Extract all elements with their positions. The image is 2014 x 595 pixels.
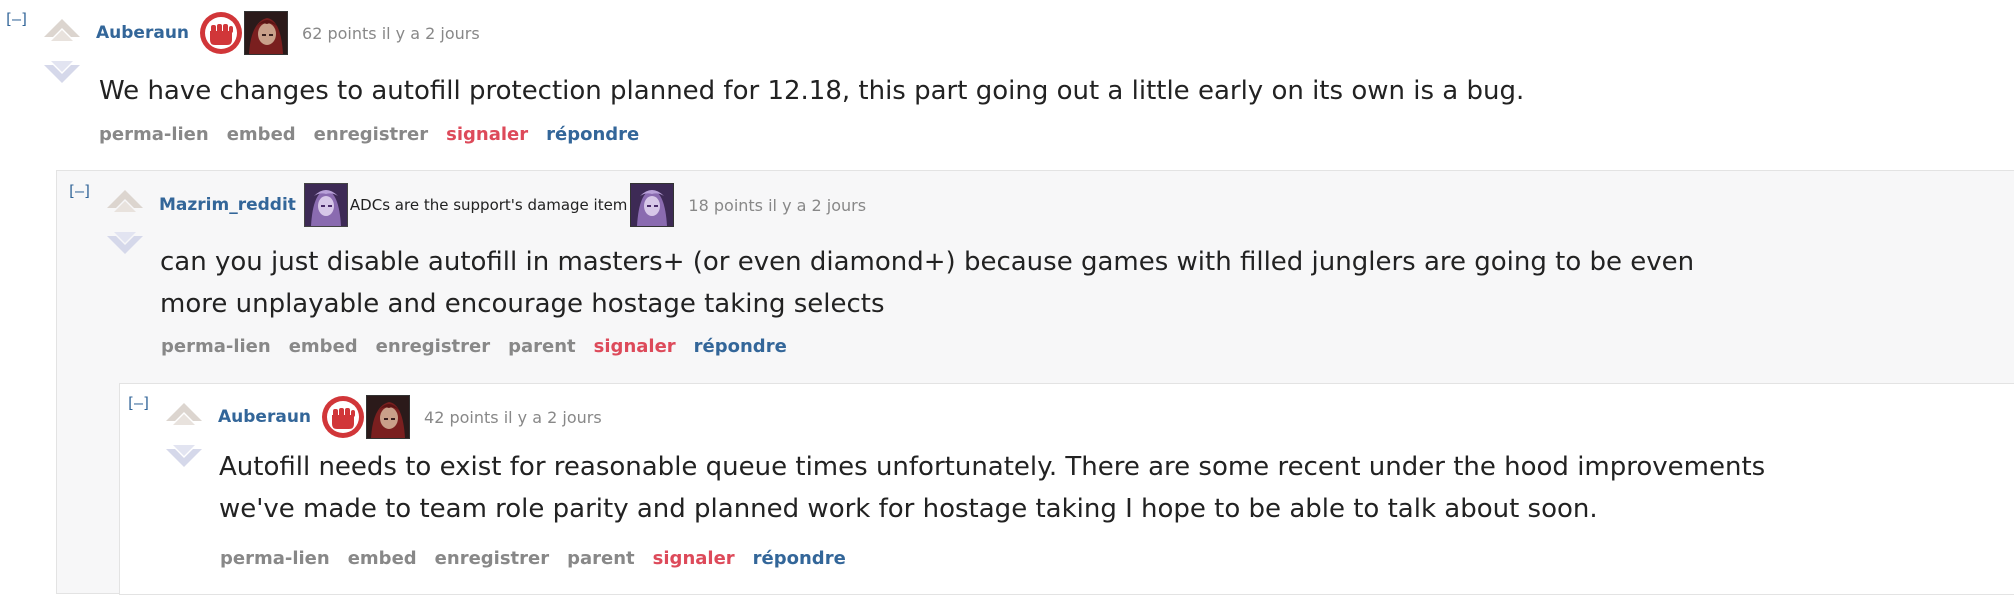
comment-body-line: Autofill needs to exist for reasonable q…: [219, 452, 1766, 482]
comment-actions: perma-lien embed enregistrer signaler ré…: [99, 124, 657, 145]
report-button[interactable]: signaler: [653, 548, 735, 569]
parent-button[interactable]: parent: [508, 336, 576, 357]
vote-arrows: [162, 400, 206, 470]
score-and-age: 18 points il y a 2 jours: [688, 195, 867, 215]
champion-flair-icon: [303, 183, 348, 227]
comment-actions: perma-lien embed enregistrer parent sign…: [220, 548, 864, 569]
downvote-arrow-icon[interactable]: [166, 445, 202, 467]
report-button[interactable]: signaler: [594, 336, 676, 357]
embed-button[interactable]: embed: [289, 336, 358, 357]
embed-button[interactable]: embed: [227, 124, 296, 145]
score-and-age: 42 points il y a 2 jours: [424, 407, 602, 427]
collapse-toggle[interactable]: [–]: [126, 394, 151, 412]
report-button[interactable]: signaler: [446, 124, 528, 145]
collapse-toggle[interactable]: [–]: [4, 10, 29, 28]
comment-auberaun-1: [–] Auberaun 62 points il y a 2 jours We…: [0, 0, 2014, 165]
save-button[interactable]: enregistrer: [314, 124, 428, 145]
riot-fist-icon: [199, 11, 243, 55]
champion-portrait-icon: [630, 183, 675, 227]
score-and-age: 62 points il y a 2 jours: [302, 23, 480, 43]
riot-fist-icon: [321, 395, 365, 439]
permalink-button[interactable]: perma-lien: [99, 124, 209, 145]
champion-portrait-icon: [366, 395, 411, 439]
author-link[interactable]: Auberaun: [218, 407, 311, 427]
collapse-toggle[interactable]: [–]: [67, 182, 92, 200]
permalink-button[interactable]: perma-lien: [161, 336, 271, 357]
author-link[interactable]: Mazrim_reddit: [159, 195, 296, 215]
reply-button[interactable]: répondre: [753, 548, 846, 569]
vote-arrows: [103, 187, 147, 257]
save-button[interactable]: enregistrer: [435, 548, 549, 569]
champion-portrait-icon: [244, 11, 289, 55]
reply-button[interactable]: répondre: [694, 336, 787, 357]
upvote-arrow-icon[interactable]: [44, 19, 80, 41]
tagline: Auberaun 42 points il y a 2 jours: [218, 395, 602, 439]
parent-button[interactable]: parent: [567, 548, 635, 569]
comment-body: Autofill needs to exist for reasonable q…: [219, 446, 1765, 530]
comment-body-line: can you just disable autofill in masters…: [160, 247, 1695, 277]
downvote-arrow-icon[interactable]: [107, 232, 143, 254]
reply-button[interactable]: répondre: [546, 124, 639, 145]
downvote-arrow-icon[interactable]: [44, 61, 80, 83]
save-button[interactable]: enregistrer: [376, 336, 490, 357]
comment-actions: perma-lien embed enregistrer parent sign…: [161, 336, 805, 357]
upvote-arrow-icon[interactable]: [166, 403, 202, 425]
tagline: Mazrim_reddit ADCs are the support's dam…: [159, 183, 866, 227]
comment-body-line: more unplayable and encourage hostage ta…: [160, 289, 885, 319]
comment-body: We have changes to autofill protection p…: [99, 70, 1524, 112]
user-flair-text: ADCs are the support's damage item: [349, 196, 628, 214]
permalink-button[interactable]: perma-lien: [220, 548, 330, 569]
tagline: Auberaun 62 points il y a 2 jours: [96, 11, 480, 55]
comment-body: can you just disable autofill in masters…: [160, 241, 1694, 325]
vote-arrows: [40, 16, 84, 86]
author-link[interactable]: Auberaun: [96, 23, 189, 43]
comment-mazrim-reddit: [–] Mazrim_reddit ADCs are the support's…: [56, 170, 2014, 595]
upvote-arrow-icon[interactable]: [107, 190, 143, 212]
embed-button[interactable]: embed: [348, 548, 417, 569]
comment-body-line: we've made to team role parity and plann…: [219, 494, 1598, 524]
comment-auberaun-2: [–] Auberaun 42 points il y a 2 jours Au…: [119, 383, 2014, 595]
comment-body-line: We have changes to autofill protection p…: [99, 76, 1525, 106]
